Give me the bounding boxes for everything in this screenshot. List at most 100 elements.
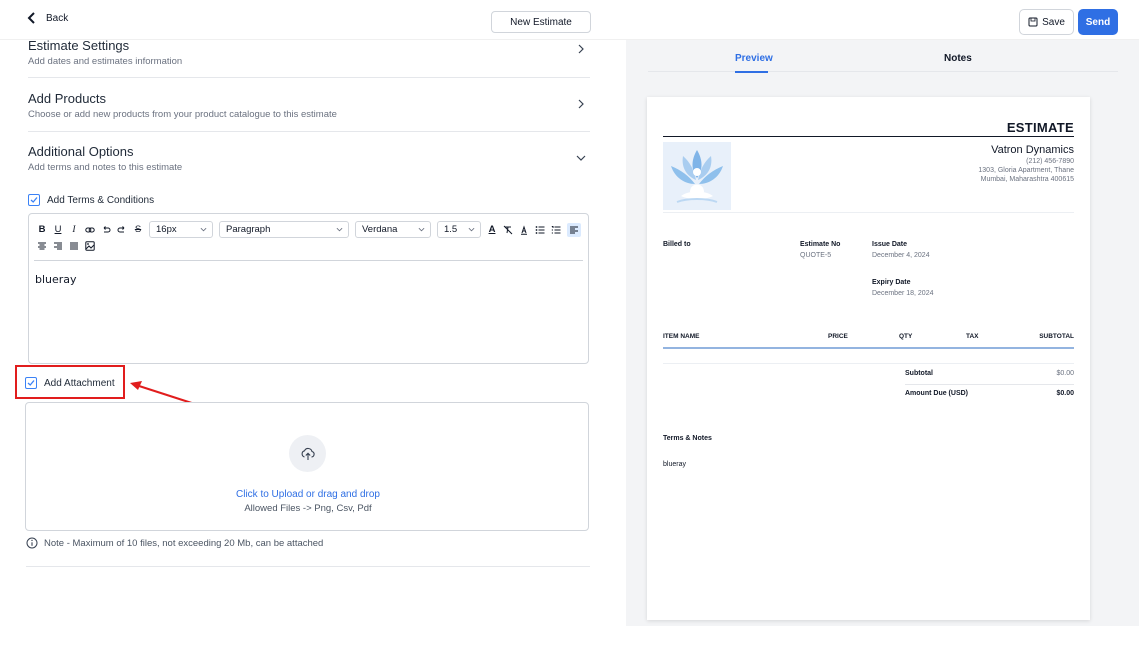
image-icon[interactable] — [85, 241, 95, 251]
terms-checkbox[interactable] — [28, 194, 40, 206]
estimate-no-label: Estimate No — [800, 241, 841, 248]
italic-icon[interactable]: I — [69, 225, 79, 235]
allowed-files-text: Allowed Files -> Png, Csv, Pdf — [244, 503, 372, 514]
section-estimate-settings[interactable]: Estimate Settings Add dates and estimate… — [28, 38, 590, 78]
preview-tabs: Preview Notes — [648, 40, 1118, 73]
font-size-select[interactable]: 16px — [149, 221, 213, 238]
upload-prompt-link[interactable]: Click to Upload or drag and drop — [26, 489, 590, 500]
clear-format-icon[interactable] — [503, 225, 513, 235]
subtotal-value: $0.00 — [1056, 370, 1074, 377]
terms-rich-text-editor[interactable]: B U I S 16px Paragraph Verdana 1.5 A blu… — [28, 213, 589, 364]
editor-divider — [34, 260, 583, 261]
chevron-left-icon — [27, 12, 35, 24]
company-logo — [663, 142, 731, 210]
chevron-down-icon — [336, 227, 343, 232]
tab-notes[interactable]: Notes — [944, 53, 972, 64]
section-subtitle: Add dates and estimates information — [28, 56, 183, 67]
section-title: Estimate Settings — [28, 38, 130, 53]
column-header-price: PRICE — [828, 333, 848, 340]
active-tab-indicator — [735, 71, 768, 73]
upload-icon — [289, 435, 326, 472]
annotation-highlight-box — [15, 365, 125, 399]
expiry-date-value: December 18, 2024 — [872, 290, 934, 297]
font-family-select[interactable]: Verdana — [355, 221, 431, 238]
issue-date-label: Issue Date — [872, 241, 908, 248]
top-bar: Back New Estimate Save Send — [0, 0, 1139, 40]
bold-icon[interactable]: B — [37, 224, 47, 235]
redo-icon[interactable] — [117, 225, 127, 235]
section-additional-options[interactable]: Additional Options Add terms and notes t… — [28, 144, 590, 184]
editor-toolbar: B U I S 16px Paragraph Verdana 1.5 A — [37, 221, 581, 238]
align-justify-icon[interactable] — [69, 241, 79, 251]
chevron-right-icon[interactable] — [576, 44, 586, 54]
company-name: Vatron Dynamics — [991, 144, 1074, 156]
preview-panel: Preview Notes ESTIMATE Vatron Dynamics (… — [626, 40, 1139, 626]
editor-panel: Estimate Settings Add dates and estimate… — [0, 38, 626, 656]
block-type-select[interactable]: Paragraph — [219, 221, 349, 238]
company-address-line1: 1303, Gloria Apartment, Thane — [978, 167, 1074, 174]
section-title: Additional Options — [28, 144, 134, 159]
chevron-down-icon — [200, 227, 207, 232]
back-label: Back — [46, 12, 69, 24]
chevron-down-icon[interactable] — [576, 153, 586, 163]
align-left-icon[interactable] — [567, 222, 581, 237]
strikethrough-icon[interactable]: S — [133, 224, 143, 235]
chevron-down-icon — [468, 227, 475, 232]
estimate-title: ESTIMATE — [1006, 120, 1074, 135]
align-center-icon[interactable] — [37, 241, 47, 251]
chevron-down-icon — [418, 227, 425, 232]
subtotal-label: Subtotal — [905, 370, 933, 377]
undo-icon[interactable] — [101, 225, 111, 235]
check-icon — [30, 197, 38, 203]
terms-checkbox-row[interactable]: Add Terms & Conditions — [28, 194, 154, 206]
save-button[interactable]: Save — [1019, 9, 1074, 35]
font-family-value: Verdana — [362, 224, 398, 235]
terms-checkbox-label: Add Terms & Conditions — [47, 194, 155, 206]
amount-due-value: $0.00 — [1056, 390, 1074, 397]
billed-to-label: Billed to — [663, 241, 691, 248]
estimate-no-value: QUOTE-5 — [800, 252, 832, 259]
terms-notes-text: blueray — [663, 461, 686, 468]
save-icon — [1028, 17, 1038, 27]
text-color-icon[interactable]: A — [487, 224, 497, 235]
amount-due-label: Amount Due (USD) — [905, 390, 968, 397]
column-header-qty: QTY — [899, 333, 913, 340]
lotus-logo-icon — [671, 150, 723, 203]
block-type-value: Paragraph — [226, 224, 271, 235]
highlight-icon[interactable] — [519, 224, 529, 235]
issue-date-value: December 4, 2024 — [872, 252, 930, 259]
underline-icon[interactable]: U — [53, 224, 63, 235]
section-subtitle: Choose or add new products from your pro… — [28, 109, 337, 120]
align-right-icon[interactable] — [53, 241, 63, 251]
terms-notes-label: Terms & Notes — [663, 435, 712, 442]
divider — [905, 384, 1074, 385]
company-phone: (212) 456-7890 — [1026, 158, 1074, 165]
company-address-line2: Mumbai, Maharashtra 400615 — [980, 176, 1074, 183]
tab-preview[interactable]: Preview — [735, 53, 773, 64]
line-height-select[interactable]: 1.5 — [437, 221, 481, 238]
divider — [26, 566, 590, 567]
attachment-note: Note - Maximum of 10 files, not exceedin… — [26, 537, 323, 549]
divider — [663, 212, 1074, 213]
estimate-document-preview: ESTIMATE Vatron Dynamics (212) 456-7890 … — [647, 97, 1090, 620]
company-info: Vatron Dynamics (212) 456-7890 1303, Glo… — [978, 144, 1074, 183]
section-subtitle: Add terms and notes to this estimate — [28, 162, 183, 173]
back-button[interactable]: Back — [26, 12, 68, 24]
terms-content[interactable]: blueray — [35, 273, 77, 286]
table-header-rule — [663, 347, 1074, 349]
column-header-subtotal: SUBTOTAL — [1039, 333, 1074, 340]
bullet-list-icon[interactable] — [535, 225, 545, 235]
save-label: Save — [1042, 16, 1065, 28]
editor-toolbar-row2 — [37, 241, 95, 251]
chevron-right-icon[interactable] — [576, 99, 586, 109]
link-icon[interactable] — [85, 225, 95, 235]
document-title-button[interactable]: New Estimate — [491, 11, 591, 33]
numbered-list-icon[interactable] — [551, 225, 561, 235]
attachment-note-text: Note - Maximum of 10 files, not exceedin… — [44, 537, 324, 549]
file-upload-dropzone[interactable]: Click to Upload or drag and drop Allowed… — [25, 402, 589, 531]
section-add-products[interactable]: Add Products Choose or add new products … — [28, 91, 590, 132]
column-header-item-name: ITEM NAME — [663, 333, 700, 340]
title-rule — [663, 136, 1074, 137]
send-button[interactable]: Send — [1078, 9, 1118, 35]
font-size-value: 16px — [156, 224, 177, 235]
